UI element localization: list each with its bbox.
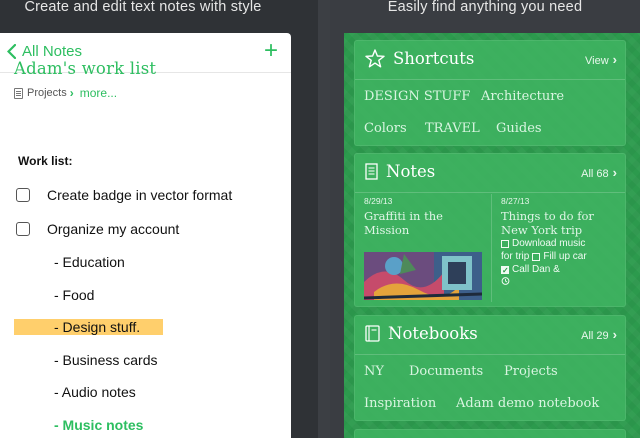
notes-title: Notes <box>386 162 436 181</box>
chevron-right-icon: › <box>69 86 74 100</box>
list-item[interactable]: - Business cards <box>54 352 157 368</box>
shortcut-tag[interactable]: Colors <box>364 121 407 136</box>
note-date: 8/27/13 <box>501 196 530 206</box>
notebooks-header[interactable]: Notebooks <box>365 324 478 343</box>
right-caption: Easily find anything you need <box>387 0 583 15</box>
note-meta: Projects › more... <box>14 86 117 100</box>
note-icon <box>365 163 378 180</box>
divider <box>491 194 492 302</box>
checkbox[interactable] <box>16 222 30 236</box>
chevron-right-icon: › <box>612 165 617 180</box>
item-text: - Education <box>54 254 125 270</box>
shortcuts-card: Shortcuts View › DESIGN STUFF Architectur… <box>354 40 626 146</box>
checklist-item[interactable]: Create badge in vector format <box>16 187 232 203</box>
note-title-line: New York trip <box>501 223 583 237</box>
notebooks-title: Notebooks <box>388 324 478 343</box>
all-notes-link[interactable]: All 68 › <box>581 165 617 180</box>
notebook-tag[interactable]: Inspiration <box>364 396 436 411</box>
right-panel: Easily find anything you need Shortcuts … <box>330 0 640 438</box>
note-line: Call Dan & <box>501 263 623 277</box>
all-notes-count: All 68 <box>581 168 609 180</box>
list-item[interactable]: - Music notes <box>54 417 143 433</box>
shortcuts-header[interactable]: Shortcuts <box>365 49 474 68</box>
notebooks-card: Notebooks All 29 › NY Documents Projects … <box>354 315 626 421</box>
shortcuts-title: Shortcuts <box>393 49 475 68</box>
all-notebooks-link[interactable]: All 29 › <box>581 327 617 342</box>
all-notes-back-button[interactable]: All Notes <box>7 43 82 60</box>
note-heading: Work list: <box>18 154 73 168</box>
list-item[interactable]: - Education <box>54 254 125 270</box>
list-item[interactable]: - Audio notes <box>54 384 136 400</box>
next-card <box>354 429 626 438</box>
item-text: - Audio notes <box>54 384 136 400</box>
divider <box>355 192 625 193</box>
item-text: - Design stuff. <box>54 319 141 335</box>
add-note-button[interactable]: + <box>264 39 278 63</box>
note-line: for trip Fill up car <box>501 250 623 263</box>
note-preview[interactable]: 8/29/13 Graffiti in the Mission <box>364 196 486 304</box>
back-label: All Notes <box>22 43 83 60</box>
note-line-text: Download music <box>512 238 586 249</box>
note-line-text: Fill up car <box>543 251 587 262</box>
chevron-right-icon: › <box>612 52 617 67</box>
note-title-line: Graffiti in the <box>364 209 443 223</box>
star-icon <box>365 49 385 68</box>
divider <box>355 354 625 355</box>
shortcut-tag[interactable]: TRAVEL <box>425 121 480 136</box>
shortcut-tag[interactable]: Architecture <box>481 89 564 104</box>
notebook-tag[interactable]: NY <box>364 364 384 379</box>
item-text: Organize my account <box>47 221 180 237</box>
checkbox-icon <box>501 239 509 248</box>
note-line-text: Call Dan & <box>512 264 560 275</box>
chevron-right-icon: › <box>612 327 617 342</box>
notebook-tag[interactable]: Projects <box>504 364 558 379</box>
shortcuts-view-link[interactable]: View › <box>585 52 617 67</box>
item-text: Create badge in vector format <box>47 187 233 203</box>
checkbox-icon <box>532 252 541 261</box>
shortcut-tag[interactable]: Guides <box>496 121 542 136</box>
notes-header[interactable]: Notes <box>365 162 435 181</box>
notebook-tag[interactable]: Adam demo notebook <box>456 396 599 411</box>
note-line-text: for trip <box>501 251 530 262</box>
notebook-icon <box>14 87 23 99</box>
left-caption: Create and edit text notes with style <box>24 0 262 15</box>
note-date: 8/29/13 <box>364 196 393 206</box>
note-title-line: Mission <box>364 223 410 237</box>
note-thumbnail-image <box>364 252 482 300</box>
view-label: View <box>585 55 609 67</box>
item-text: - Music notes <box>54 417 144 433</box>
chevron-left-icon <box>7 44 16 59</box>
notebook-name[interactable]: Projects <box>27 87 67 99</box>
item-text: - Food <box>54 287 95 303</box>
checkbox[interactable] <box>16 188 30 202</box>
item-text: - Business cards <box>54 352 158 368</box>
divider <box>355 79 625 80</box>
list-item[interactable]: - Food <box>54 287 94 303</box>
shortcut-tag[interactable]: DESIGN STUFF <box>364 89 470 104</box>
notes-card: Notes All 68 › 8/29/13 Graffiti in the Mi… <box>354 153 626 307</box>
note-preview[interactable]: 8/27/13 Things to do for New York trip D… <box>501 196 623 289</box>
note-editor-screen: All Notes + Adam's work list Projects › … <box>0 33 291 438</box>
note-title-line: Things to do for <box>501 209 594 223</box>
checklist-item[interactable]: Organize my account <box>16 221 179 237</box>
checked-checkbox-icon <box>501 264 509 277</box>
home-screen: Shortcuts View › DESIGN STUFF Architectur… <box>344 33 640 438</box>
note-line: Download music <box>501 237 623 250</box>
alarm-clock-icon <box>501 276 510 289</box>
all-notebooks-count: All 29 <box>581 330 609 342</box>
left-panel: Create and edit text notes with style Al… <box>0 0 318 438</box>
note-line <box>501 276 623 289</box>
note-title[interactable]: Adam's work list <box>14 59 156 78</box>
notebooks-icon <box>365 325 380 342</box>
list-item[interactable]: - Design stuff. <box>54 319 140 335</box>
notebook-tag[interactable]: Documents <box>409 364 483 379</box>
more-link[interactable]: more... <box>80 86 117 100</box>
